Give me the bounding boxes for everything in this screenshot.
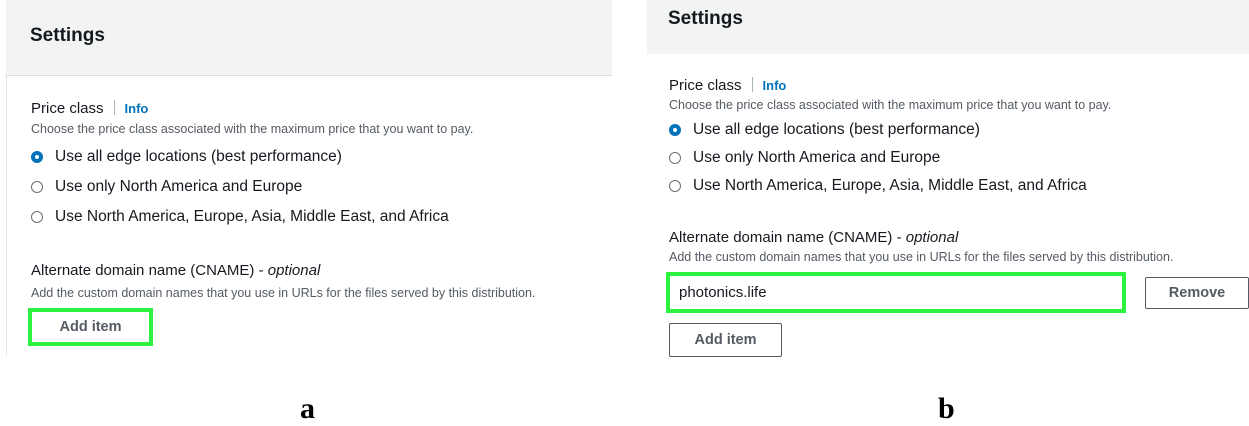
- settings-panel-a: Settings Price class Info Choose the pric…: [0, 0, 612, 360]
- radio-option-all-edge-locations[interactable]: Use all edge locations (best performance…: [669, 121, 980, 139]
- radio-option-label: Use North America, Europe, Asia, Middle …: [693, 177, 1087, 194]
- radio-option-label: Use all edge locations (best performance…: [693, 121, 980, 138]
- panel-border: [6, 76, 7, 356]
- radio-option-all-edge-locations[interactable]: Use all edge locations (best performance…: [31, 148, 342, 166]
- label-separator: [113, 100, 115, 115]
- radio-unchecked-icon[interactable]: [31, 211, 43, 223]
- info-link[interactable]: Info: [763, 78, 787, 93]
- cname-label: Alternate domain name (CNAME) - optional: [31, 262, 320, 279]
- radio-option-na-eu-asia-me-africa[interactable]: Use North America, Europe, Asia, Middle …: [31, 208, 449, 226]
- optional-tag: optional: [267, 262, 321, 279]
- price-class-description: Choose the price class associated with t…: [31, 122, 474, 136]
- price-class-label-text: Price class: [31, 100, 104, 117]
- radio-option-north-america-europe[interactable]: Use only North America and Europe: [31, 178, 302, 196]
- cname-description: Add the custom domain names that you use…: [669, 250, 1174, 264]
- price-class-label-text: Price class: [669, 77, 742, 94]
- optional-tag: optional: [905, 229, 959, 246]
- settings-panel-b: Settings Price class Info Choose the pric…: [647, 0, 1249, 360]
- info-link[interactable]: Info: [125, 101, 149, 116]
- add-item-button[interactable]: Add item: [669, 323, 782, 357]
- radio-option-label: Use only North America and Europe: [693, 149, 941, 166]
- add-item-button[interactable]: Add item: [33, 313, 148, 341]
- radio-checked-icon[interactable]: [669, 124, 681, 136]
- radio-unchecked-icon[interactable]: [31, 181, 43, 193]
- price-class-label: Price class Info: [31, 100, 148, 117]
- remove-button[interactable]: Remove: [1145, 277, 1249, 309]
- cname-input[interactable]: photonics.life: [670, 276, 1122, 309]
- cname-label-text: Alternate domain name (CNAME) -: [669, 229, 906, 246]
- label-separator: [751, 77, 753, 92]
- radio-option-label: Use all edge locations (best performance…: [55, 148, 342, 165]
- radio-unchecked-icon[interactable]: [669, 152, 681, 164]
- radio-option-north-america-europe[interactable]: Use only North America and Europe: [669, 149, 940, 167]
- settings-header: Settings: [647, 0, 1249, 54]
- radio-option-label: Use North America, Europe, Asia, Middle …: [55, 208, 449, 225]
- cname-label: Alternate domain name (CNAME) - optional: [669, 229, 958, 246]
- radio-checked-icon[interactable]: [31, 151, 43, 163]
- cname-label-text: Alternate domain name (CNAME) -: [31, 262, 268, 279]
- price-class-label: Price class Info: [669, 77, 786, 94]
- settings-header: Settings: [6, 0, 612, 76]
- cname-description: Add the custom domain names that you use…: [31, 286, 536, 300]
- radio-option-na-eu-asia-me-africa[interactable]: Use North America, Europe, Asia, Middle …: [669, 177, 1087, 195]
- settings-title: Settings: [668, 8, 743, 29]
- radio-unchecked-icon[interactable]: [669, 180, 681, 192]
- settings-title: Settings: [30, 25, 105, 46]
- radio-option-label: Use only North America and Europe: [55, 178, 303, 195]
- price-class-description: Choose the price class associated with t…: [669, 98, 1112, 112]
